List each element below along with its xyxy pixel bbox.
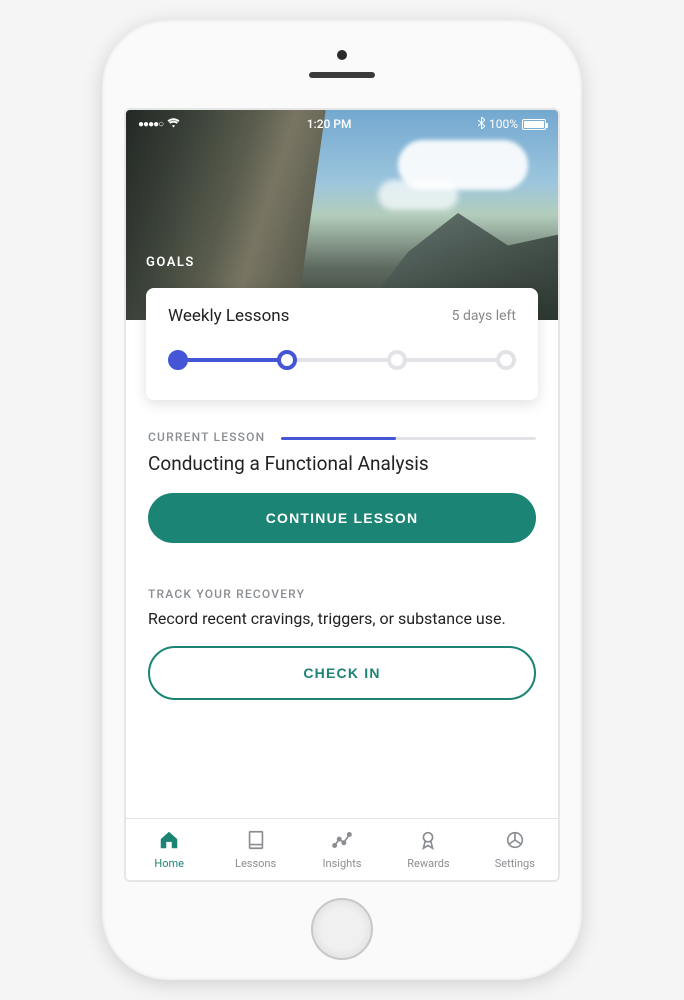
- status-time: 1:20 PM: [307, 117, 352, 131]
- tab-label: Settings: [495, 857, 535, 870]
- hero-label: GOALS: [146, 255, 195, 270]
- tab-home[interactable]: Home: [126, 819, 212, 880]
- settings-icon: [504, 829, 526, 854]
- app-screen: ●●●●○ 1:20 PM 100% GOALS Weekly Le: [126, 110, 558, 880]
- phone-frame: ●●●●○ 1:20 PM 100% GOALS Weekly Le: [102, 20, 582, 980]
- goals-card-subtitle: 5 days left: [452, 308, 516, 324]
- progress-step-4[interactable]: [496, 350, 516, 370]
- continue-lesson-button[interactable]: CONTINUE LESSON: [148, 493, 536, 543]
- progress-fill: [178, 358, 293, 362]
- goals-card: Weekly Lessons 5 days left: [146, 288, 538, 400]
- tab-label: Lessons: [235, 857, 276, 870]
- recovery-description: Record recent cravings, triggers, or sub…: [148, 609, 536, 628]
- bluetooth-icon: [478, 117, 485, 132]
- phone-speaker: [309, 72, 375, 78]
- tab-rewards[interactable]: Rewards: [385, 819, 471, 880]
- rewards-icon: [417, 829, 439, 854]
- lessons-icon: [245, 829, 267, 854]
- status-bar: ●●●●○ 1:20 PM 100%: [126, 110, 558, 134]
- current-lesson-label: CURRENT LESSON: [148, 430, 265, 444]
- tab-label: Home: [154, 857, 184, 870]
- phone-home-button[interactable]: [311, 898, 373, 960]
- wifi-icon: [167, 117, 180, 131]
- tab-label: Insights: [323, 857, 362, 870]
- lesson-progress-fill: [281, 437, 396, 440]
- tab-bar: Home Lessons Insights Rewards: [126, 818, 558, 880]
- tab-label: Rewards: [407, 857, 449, 870]
- tab-insights[interactable]: Insights: [299, 819, 385, 880]
- recovery-label: TRACK YOUR RECOVERY: [148, 587, 536, 601]
- progress-step-2[interactable]: [277, 350, 297, 370]
- current-lesson-title: Conducting a Functional Analysis: [148, 452, 536, 475]
- signal-dots-icon: ●●●●○: [138, 119, 163, 130]
- lesson-progress-bar: [281, 437, 536, 440]
- battery-pct: 100%: [489, 117, 518, 131]
- battery-icon: [522, 119, 546, 130]
- goals-card-title: Weekly Lessons: [168, 306, 289, 326]
- goals-progress: [168, 344, 516, 376]
- tab-settings[interactable]: Settings: [472, 819, 558, 880]
- insights-icon: [331, 829, 353, 854]
- phone-camera: [337, 50, 347, 60]
- check-in-button[interactable]: CHECK IN: [148, 646, 536, 700]
- cloud-decoration: [378, 180, 458, 210]
- home-icon: [158, 829, 180, 854]
- progress-step-3[interactable]: [387, 350, 407, 370]
- progress-step-1[interactable]: [168, 350, 188, 370]
- tab-lessons[interactable]: Lessons: [212, 819, 298, 880]
